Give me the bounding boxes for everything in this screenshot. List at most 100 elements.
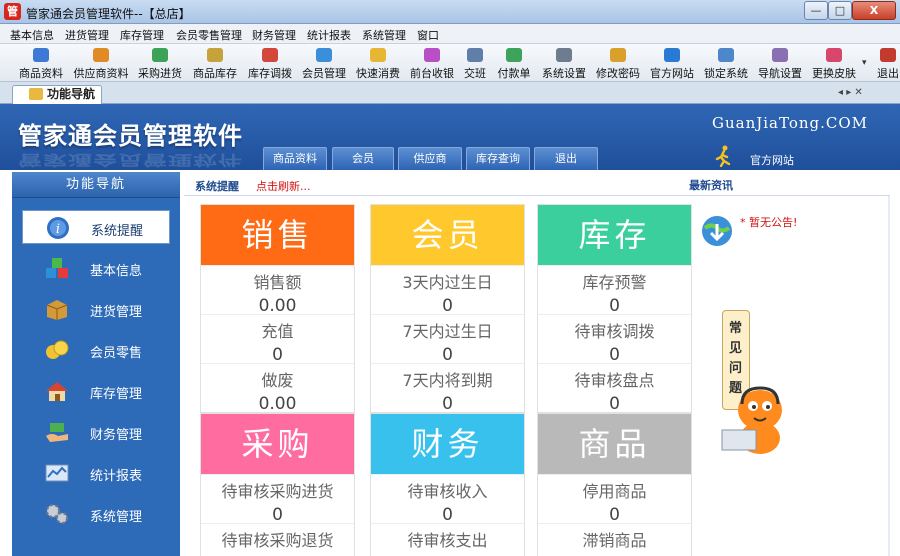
cubes-icon bbox=[46, 258, 68, 278]
toolbar-overflow-chevron-icon[interactable]: ▾ bbox=[862, 58, 867, 68]
mascot-icon[interactable] bbox=[720, 370, 790, 460]
card-row[interactable]: 库存预警 0 bbox=[538, 265, 691, 316]
globe-download-icon bbox=[702, 216, 732, 246]
toolbar-lock-button[interactable]: 锁定系统 bbox=[700, 46, 752, 80]
menu-purchase[interactable]: 进货管理 bbox=[65, 27, 109, 43]
toolbar-website-button[interactable]: 官方网站 bbox=[646, 46, 698, 80]
coins-icon bbox=[46, 340, 69, 359]
card-row[interactable]: 待审核盘点 0 bbox=[538, 363, 691, 414]
menu-system[interactable]: 系统管理 bbox=[362, 27, 406, 43]
toolbar-supplier-button[interactable]: 供应商资料 bbox=[71, 46, 131, 80]
toolbar-shift-button[interactable]: 交班 bbox=[460, 46, 490, 80]
svg-text:i: i bbox=[56, 222, 60, 237]
lock-icon bbox=[718, 48, 734, 62]
purchase-icon bbox=[152, 48, 168, 62]
card-row[interactable]: 7天内过生日 0 bbox=[371, 314, 524, 365]
card-procurement[interactable]: 采购 待审核采购进货0 待审核采购退货0 bbox=[200, 413, 355, 556]
card-sales[interactable]: 销售 销售额 0.00 充值 0 做废 0.00 bbox=[200, 204, 355, 414]
sidebar-item-system[interactable]: 系统管理 bbox=[22, 497, 170, 531]
card-member[interactable]: 会员 3天内过生日 0 7天内过生日 0 7天内将到期 0 bbox=[370, 204, 525, 414]
toolbar-cashier-button[interactable]: 前台收银 bbox=[406, 46, 458, 80]
notice-text: * 暂无公告! bbox=[740, 216, 798, 229]
header-tab-products[interactable]: 商品资料 bbox=[263, 147, 327, 170]
card-finance-title: 财务 bbox=[371, 414, 524, 474]
content-header: 系统提醒 点击刷新... 最新资讯 bbox=[184, 172, 890, 196]
tab-function-nav[interactable]: 功能导航 bbox=[12, 85, 102, 104]
system-remind-label: 系统提醒 bbox=[195, 180, 239, 193]
key-icon bbox=[610, 48, 626, 62]
tab-scroll-controls[interactable]: ◂ ▸ ✕ bbox=[838, 87, 863, 98]
card-row[interactable]: 待审核支出0 bbox=[371, 523, 524, 556]
toolbar-skin-button[interactable]: 更换皮肤 bbox=[808, 46, 860, 80]
toolbar-quick-consume-button[interactable]: 快速消费 bbox=[352, 46, 404, 80]
nav-settings-icon bbox=[772, 48, 788, 62]
menu-finance[interactable]: 财务管理 bbox=[252, 27, 296, 43]
toolbar-password-button[interactable]: 修改密码 bbox=[592, 46, 644, 80]
report-chart-icon bbox=[45, 464, 69, 482]
exit-icon bbox=[880, 48, 896, 62]
transfer-icon bbox=[262, 48, 278, 62]
menu-reports[interactable]: 统计报表 bbox=[307, 27, 351, 43]
menu-member-retail[interactable]: 会员零售管理 bbox=[176, 27, 242, 43]
menu-basic-info[interactable]: 基本信息 bbox=[10, 27, 54, 43]
header-tab-exit[interactable]: 退出 bbox=[534, 147, 598, 170]
card-row[interactable]: 停用商品 0 bbox=[538, 474, 691, 525]
sidebar-item-finance[interactable]: 财务管理 bbox=[22, 415, 170, 449]
member-icon bbox=[316, 48, 332, 62]
card-row[interactable]: 滞销商品0 bbox=[538, 523, 691, 556]
house-icon bbox=[46, 382, 68, 401]
toolbar-product-button[interactable]: 商品资料 bbox=[14, 46, 68, 80]
scrollbar[interactable] bbox=[888, 196, 890, 556]
header-tab-members[interactable]: 会员 bbox=[332, 147, 394, 170]
sidebar-item-member-retail[interactable]: 会员零售 bbox=[22, 333, 170, 367]
card-row[interactable]: 销售额 0.00 bbox=[201, 265, 354, 316]
cashier-icon bbox=[424, 48, 440, 62]
official-website-link[interactable]: 官方网站 bbox=[750, 152, 794, 168]
card-row[interactable]: 充值 0 bbox=[201, 314, 354, 365]
sidebar-item-purchase[interactable]: 进货管理 bbox=[22, 292, 170, 326]
card-row[interactable]: 3天内过生日 0 bbox=[371, 265, 524, 316]
toolbar-transfer-button[interactable]: 库存调拨 bbox=[244, 46, 296, 80]
menu-bar: 基本信息 进货管理 库存管理 会员零售管理 财务管理 统计报表 系统管理 窗口 bbox=[0, 24, 900, 44]
toolbar-purchase-button[interactable]: 采购进货 bbox=[135, 46, 185, 80]
card-row[interactable]: 待审核调拨 0 bbox=[538, 314, 691, 365]
refresh-link[interactable]: 点击刷新... bbox=[256, 178, 311, 194]
home-icon bbox=[29, 88, 43, 100]
document-tab-bar: 功能导航 bbox=[0, 82, 900, 104]
sidebar: 功能导航 i 系统提醒 基本信息 进货管理 会员零售 库存管理 财务管理 统计报… bbox=[12, 172, 180, 556]
card-goods[interactable]: 商品 停用商品0 滞销商品0 bbox=[537, 413, 692, 556]
toolbar-settings-button[interactable]: 系统设置 bbox=[538, 46, 590, 80]
minimize-button[interactable]: — bbox=[804, 1, 828, 20]
toolbar-stock-button[interactable]: 商品库存 bbox=[189, 46, 241, 80]
settings-icon bbox=[556, 48, 572, 62]
toolbar-member-button[interactable]: 会员管理 bbox=[298, 46, 350, 80]
toolbar-payment-button[interactable]: 付款单 bbox=[494, 46, 534, 80]
toolbar-exit-button[interactable]: 退出 bbox=[876, 46, 900, 80]
sidebar-item-basic-info[interactable]: 基本信息 bbox=[22, 251, 170, 285]
header-tab-suppliers[interactable]: 供应商 bbox=[398, 147, 462, 170]
card-row[interactable]: 待审核采购进货 0 bbox=[201, 474, 354, 525]
header-banner: 管家通会员管理软件 管家通会员管理软件 GuanJiaTong.COM 商品资料… bbox=[0, 104, 900, 170]
gears-icon bbox=[46, 504, 68, 524]
sidebar-item-system-remind[interactable]: i 系统提醒 bbox=[22, 210, 170, 244]
maximize-button[interactable]: □ bbox=[828, 1, 852, 20]
card-row[interactable]: 7天内将到期 0 bbox=[371, 363, 524, 414]
card-inventory[interactable]: 库存 库存预警 0 待审核调拨 0 待审核盘点 0 bbox=[537, 204, 692, 414]
card-row[interactable]: 待审核采购退货0 bbox=[201, 523, 354, 556]
header-tab-stock-query[interactable]: 库存查询 bbox=[466, 147, 530, 170]
window-title: 管家通会员管理软件--【总店】 bbox=[26, 7, 191, 21]
shift-icon bbox=[467, 48, 483, 62]
menu-inventory[interactable]: 库存管理 bbox=[120, 27, 164, 43]
toolbar-nav-settings-button[interactable]: 导航设置 bbox=[754, 46, 806, 80]
card-row[interactable]: 待审核收入 0 bbox=[371, 474, 524, 525]
quick-consume-icon bbox=[370, 48, 386, 62]
card-row[interactable]: 做废 0.00 bbox=[201, 363, 354, 414]
stock-icon bbox=[207, 48, 223, 62]
close-button[interactable]: X bbox=[852, 1, 896, 20]
card-finance[interactable]: 财务 待审核收入0 待审核支出0 bbox=[370, 413, 525, 556]
menu-window[interactable]: 窗口 bbox=[417, 27, 439, 43]
payment-icon bbox=[506, 48, 522, 62]
brand-reflection: 管家通会员管理软件 bbox=[18, 151, 243, 169]
sidebar-item-reports[interactable]: 统计报表 bbox=[22, 456, 170, 490]
sidebar-item-inventory[interactable]: 库存管理 bbox=[22, 374, 170, 408]
